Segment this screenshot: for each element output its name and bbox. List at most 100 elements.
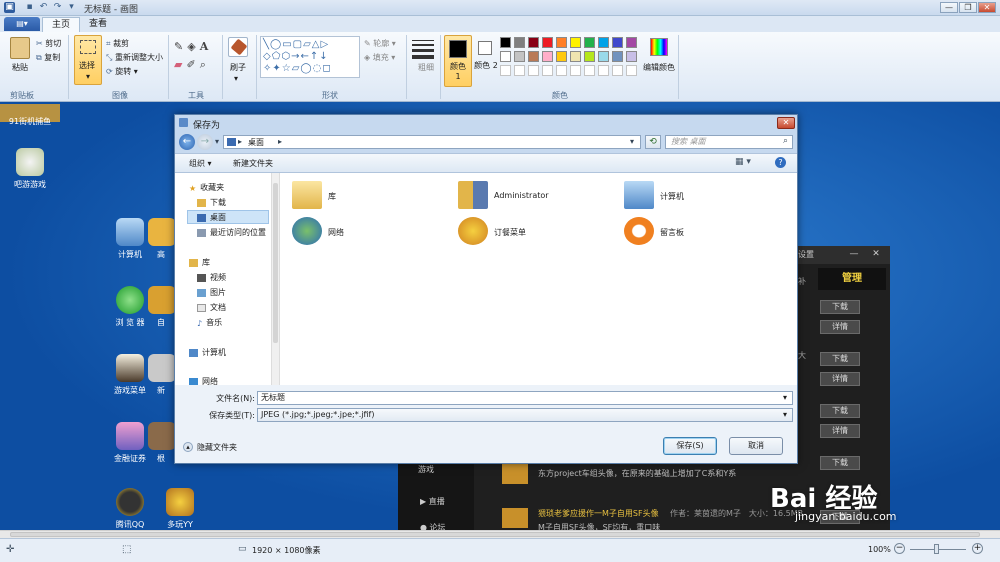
filetype-select[interactable]: JPEG (*.jpg;*.jpeg;*.jpe;*.jfif)	[257, 408, 793, 422]
help-icon[interactable]: ?	[775, 157, 786, 168]
pencil-icon[interactable]: ✎	[174, 40, 187, 53]
color-swatch[interactable]	[542, 51, 553, 62]
app-minimize-button[interactable]: —	[846, 247, 862, 261]
maximize-button[interactable]: ❐	[959, 2, 977, 13]
view-options-icon[interactable]: ▦ ▾	[735, 157, 751, 167]
select-button[interactable]: 选择 ▾	[74, 35, 102, 85]
nav-libraries[interactable]: 库	[189, 257, 210, 268]
nav-videos[interactable]: 视频	[197, 272, 226, 283]
organize-button[interactable]: 组织 ▾	[189, 158, 212, 169]
color-swatch[interactable]	[500, 51, 511, 62]
paint-menu-button[interactable]: ▤▾	[4, 17, 40, 31]
app-tab-partial[interactable]: 补	[798, 276, 806, 287]
nav-network[interactable]: 网络	[189, 376, 218, 385]
custom-color-slot[interactable]	[528, 65, 539, 76]
chevron-up-icon[interactable]: ▴	[183, 442, 193, 452]
outline-button[interactable]: ✎ 轮廓 ▾	[364, 38, 396, 49]
edit-colors-button[interactable]: 编辑颜色	[643, 62, 675, 73]
app-details-button[interactable]: 详情	[820, 424, 860, 438]
color-swatch[interactable]	[612, 51, 623, 62]
color-swatch[interactable]	[542, 37, 553, 48]
color-swatch[interactable]	[514, 37, 525, 48]
app-item-title[interactable]: 猥琐老爹应援作一M子自用SF头像	[538, 508, 659, 519]
app-menu-item[interactable]: 游戏	[418, 464, 434, 475]
desktop-icon-yy[interactable]: 多玩YY	[150, 488, 210, 530]
nav-scrollbar[interactable]	[271, 173, 279, 385]
app-download-button[interactable]: 下载	[820, 352, 860, 366]
scroll-thumb[interactable]	[10, 532, 980, 537]
resize-button[interactable]: ⤡ 重新调整大小	[106, 52, 163, 63]
color-swatch[interactable]	[626, 37, 637, 48]
custom-color-slot[interactable]	[542, 65, 553, 76]
address-dropdown-icon[interactable]: ▾	[630, 137, 634, 146]
color-swatch[interactable]	[528, 37, 539, 48]
size-icon[interactable]	[412, 38, 434, 60]
filename-dropdown-icon[interactable]: ▾	[783, 393, 787, 402]
shapes-gallery[interactable]: ╲◯▭▢▱△▷ ◇⬠⬡→←↑↓ ✧✦☆▱◯◌◻	[260, 36, 360, 78]
list-item[interactable]: Administrator	[458, 181, 618, 211]
paste-button[interactable]: 粘贴	[12, 62, 28, 73]
color-swatch[interactable]	[514, 51, 525, 62]
rotate-button[interactable]: ⟳ 旋转 ▾	[106, 66, 138, 77]
address-text[interactable]: 桌面	[248, 137, 264, 148]
undo-icon[interactable]: ↶	[38, 2, 49, 13]
nav-favorites[interactable]: ★ 收藏夹	[189, 182, 224, 193]
edit-colors-icon[interactable]	[650, 38, 668, 56]
crop-button[interactable]: ⌗ 裁剪	[106, 38, 129, 49]
history-dropdown-icon[interactable]: ▾	[215, 137, 219, 146]
zoom-slider-thumb[interactable]	[934, 544, 939, 554]
canvas-horizontal-scrollbar[interactable]	[0, 530, 1000, 538]
color-swatch[interactable]	[626, 51, 637, 62]
zoom-out-button[interactable]: −	[894, 543, 905, 554]
tab-home[interactable]: 主页	[42, 17, 81, 32]
color-swatch[interactable]	[598, 37, 609, 48]
color-swatch[interactable]	[556, 37, 567, 48]
app-download-button[interactable]: 下载	[820, 456, 860, 470]
paste-icon[interactable]	[10, 37, 30, 59]
minimize-button[interactable]: —	[940, 2, 958, 13]
color1-button[interactable]: 颜色 1	[444, 35, 472, 87]
redo-icon[interactable]: ↷	[52, 2, 63, 13]
nav-music[interactable]: ♪ 音乐	[197, 317, 222, 328]
hide-folders-button[interactable]: 隐藏文件夹	[197, 442, 237, 453]
search-input[interactable]: 搜索 桌面	[665, 135, 793, 149]
dialog-close-button[interactable]: ✕	[777, 117, 795, 129]
brush-icon[interactable]	[228, 37, 248, 57]
list-item[interactable]: 留言板	[624, 217, 784, 247]
list-item[interactable]: 订餐菜单	[458, 217, 618, 247]
eraser-icon[interactable]: ▰	[174, 58, 186, 71]
nav-downloads[interactable]: 下载	[197, 197, 226, 208]
magnifier-icon[interactable]: ⌕	[200, 58, 210, 71]
app-download-button[interactable]: 下载	[820, 300, 860, 314]
fill-button[interactable]: ◈ 填充 ▾	[364, 52, 395, 63]
desktop-icon-partial[interactable]: 新	[148, 354, 174, 396]
close-button[interactable]: ✕	[978, 2, 996, 13]
refresh-button[interactable]: ⟲	[645, 135, 661, 149]
filename-input[interactable]: 无标题	[257, 391, 793, 405]
custom-color-slot[interactable]	[570, 65, 581, 76]
app-menu-item[interactable]: ▶ 直播	[420, 496, 445, 507]
desktop-icon-partial[interactable]: 根	[148, 422, 174, 464]
nav-recent[interactable]: 最近访问的位置	[197, 227, 266, 238]
app-details-button[interactable]: 详情	[820, 320, 860, 334]
size-button[interactable]: 粗细	[418, 62, 434, 73]
color-swatch[interactable]	[584, 51, 595, 62]
nav-pictures[interactable]: 图片	[197, 287, 226, 298]
cut-button[interactable]: ✂ 剪切	[36, 38, 61, 49]
nav-desktop[interactable]: 桌面	[197, 212, 226, 223]
forward-button[interactable]: →	[197, 134, 213, 150]
color-swatch[interactable]	[570, 37, 581, 48]
paint-app-icon[interactable]: ▣	[4, 2, 15, 13]
color-swatch[interactable]	[500, 37, 511, 48]
color-picker-icon[interactable]: ✐	[186, 58, 199, 71]
app-close-button[interactable]: ✕	[868, 247, 884, 261]
quick-access-dropdown-icon[interactable]: ▾	[66, 2, 77, 13]
color-swatch[interactable]	[570, 51, 581, 62]
app-download-button[interactable]: 下载	[820, 404, 860, 418]
list-item[interactable]: 网络	[292, 217, 452, 247]
custom-color-slot[interactable]	[514, 65, 525, 76]
new-folder-button[interactable]: 新建文件夹	[233, 158, 273, 169]
app-details-button[interactable]: 详情	[820, 372, 860, 386]
desktop-icon-partial[interactable]: 高	[148, 218, 174, 260]
nav-scroll-thumb[interactable]	[273, 183, 278, 343]
